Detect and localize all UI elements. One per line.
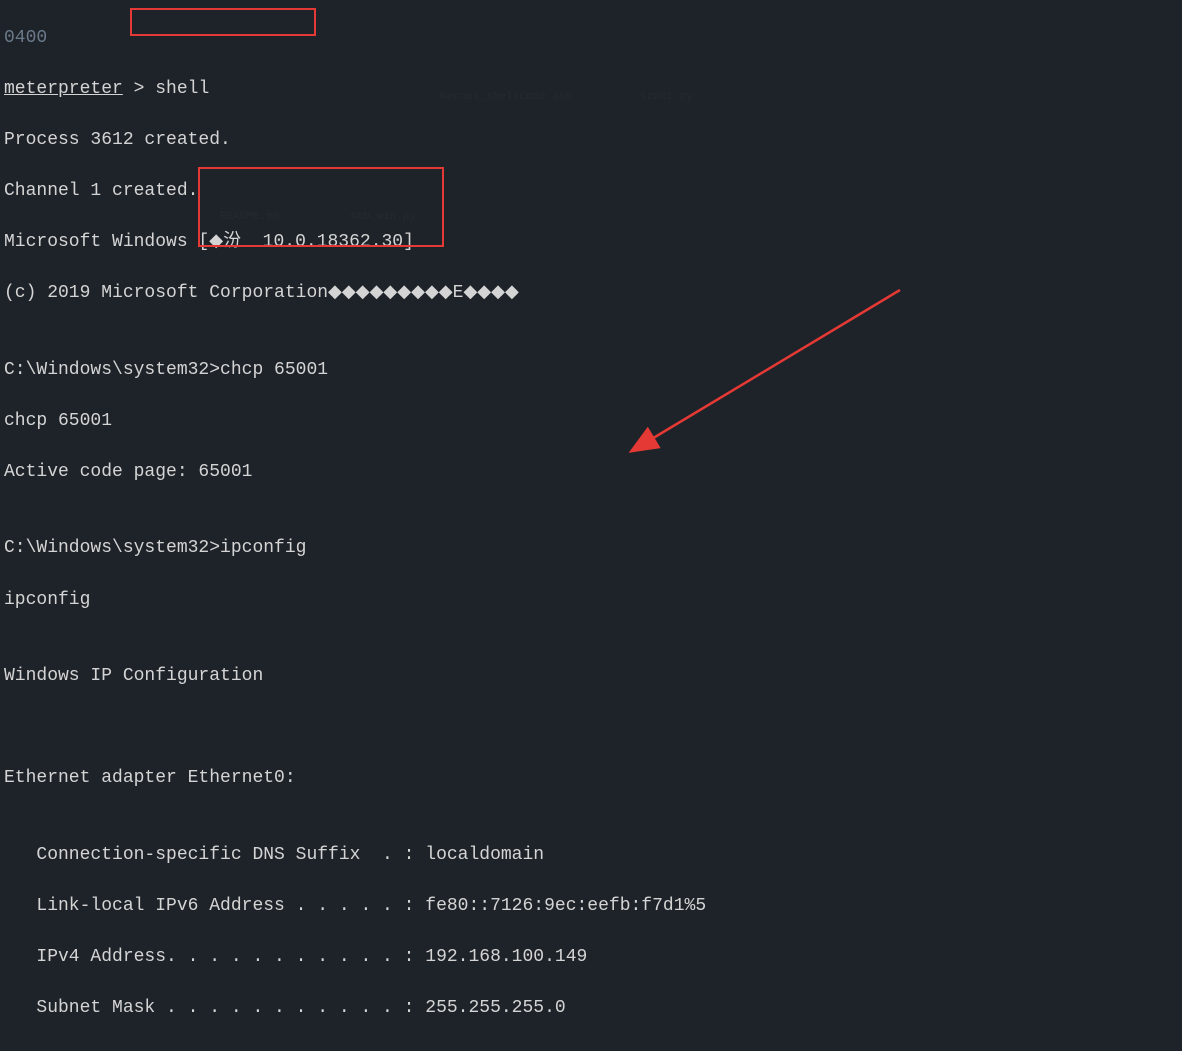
line-channel-created: Channel 1 created. — [4, 179, 1178, 205]
line-dns-suffix: Connection-specific DNS Suffix . : local… — [4, 843, 1178, 869]
line-subnet: Subnet Mask . . . . . . . . . . . : 255.… — [4, 996, 1178, 1022]
line-ipv4: IPv4 Address. . . . . . . . . . . : 192.… — [4, 945, 1178, 971]
line-active-codepage: Active code page: 65001 — [4, 460, 1178, 486]
meterpreter-label: meterpreter — [4, 79, 123, 99]
line-windows-version: Microsoft Windows [◆汾 10.0.18362.30] — [4, 230, 1178, 256]
line-chcp-echo: chcp 65001 — [4, 409, 1178, 435]
shell-cmd: > shell — [123, 79, 209, 99]
terminal-output[interactable]: 0400 meterpreter > shell Process 3612 cr… — [0, 0, 1182, 1051]
prompt-chcp: C:\Windows\system32>chcp 65001 — [4, 358, 1178, 384]
line-ip-config-title: Windows IP Configuration — [4, 664, 1178, 690]
prompt-ipconfig: C:\Windows\system32>ipconfig — [4, 536, 1178, 562]
line-ipv6: Link-local IPv6 Address . . . . . : fe80… — [4, 894, 1178, 920]
line-adapter-title: Ethernet adapter Ethernet0: — [4, 766, 1178, 792]
line-copyright: (c) 2019 Microsoft Corporation◆◆◆◆◆◆◆◆◆E… — [4, 281, 1178, 307]
prompt-meterpreter: meterpreter > shell — [4, 77, 1178, 103]
faint-header: 0400 — [4, 26, 1178, 52]
line-process-created: Process 3612 created. — [4, 128, 1178, 154]
line-ipconfig-echo: ipconfig — [4, 588, 1178, 614]
